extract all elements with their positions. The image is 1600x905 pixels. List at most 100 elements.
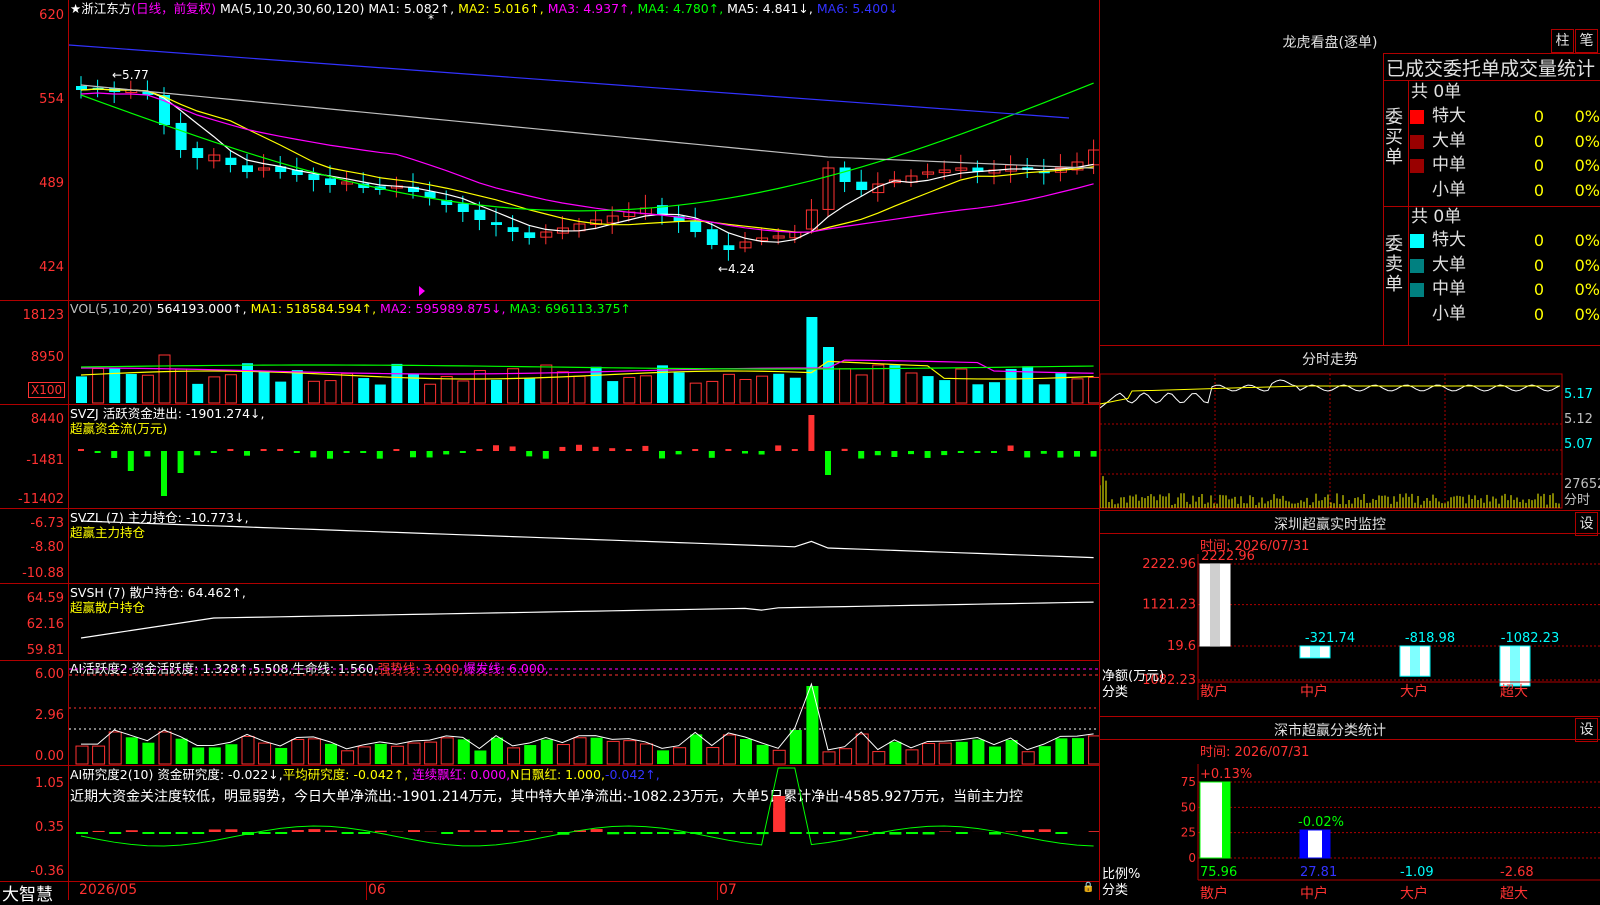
vol-bar-down [972,384,983,403]
activity-bar-red [1022,752,1034,764]
research-bar-up [508,831,520,832]
research-bar-down [906,832,918,834]
fenshi-tick: 5.07 [1564,437,1593,452]
activity-bar [209,747,221,764]
sz-class-time: 时间: 2026/07/31 [1200,745,1309,760]
research-bar-down [923,832,935,834]
fenshi-title: 分时走势 [1100,349,1560,369]
ai1-chart[interactable] [69,661,1099,765]
vol-bar-up [176,369,187,403]
vol-bar-up [723,374,734,403]
sell-color-swatch [1410,283,1424,297]
vol-bar-up [707,381,718,403]
flow-bar [128,451,134,471]
vol-unit[interactable]: X100 [28,382,65,398]
research-bar-up [491,830,503,832]
price-chart[interactable] [69,0,1099,300]
svzl-tick-2: -8.80 [0,540,64,555]
sz-monitor-category: 超大 [1500,684,1528,700]
sz-monitor-chart[interactable]: 时间: 2026/07/312222.961121.2319.6-1082.23… [1100,534,1600,716]
flow-bar [393,449,399,451]
vol-chart[interactable] [69,301,1099,404]
flow-bar [327,451,333,459]
sz-monitor-bar-shade [1310,646,1320,658]
flow-bar [277,449,283,451]
brand-logo[interactable]: 大智慧 [2,880,53,905]
activity-bar-red [342,751,354,764]
buy-row-label: 中单 [1432,153,1466,177]
activity-bar [375,744,387,764]
sell-color-swatch [1410,234,1424,248]
flow-bar [294,451,300,453]
candle-down [192,148,203,158]
research-bar-up [308,829,320,832]
sell-row-count: 0 [1520,305,1544,324]
research-bar-up [1039,829,1051,832]
sell-row-pct: 0% [1568,305,1600,324]
flow-bar [842,449,848,451]
svzl-chart[interactable] [69,509,1099,583]
flow-bar [908,451,914,454]
research-bar-down [840,832,852,834]
vol-bar-up [458,381,469,403]
activity-bar [458,739,470,764]
sell-row-pct: 0% [1568,280,1600,299]
sz-class-bar-1-shade [1222,782,1230,858]
fenshi-vol-tick: 27652 [1564,477,1600,492]
research-bar-down [823,832,835,834]
buy-row-label: 大单 [1432,129,1466,153]
vol-bar-down [773,374,784,403]
ma1-line [81,89,1094,242]
research-bar-down [657,832,669,834]
research-bar-up [458,830,470,832]
flow-bar [526,451,532,456]
svsh-chart[interactable] [69,584,1099,660]
sz-monitor-tick: 19.6 [1167,639,1196,654]
vol-bar-up [142,375,153,403]
sz-monitor-tick: 2222.96 [1142,557,1196,572]
activity-bar [1055,738,1067,764]
flow-bar [858,451,864,459]
svzj-chart[interactable] [69,405,1099,508]
activity-bar-red [574,738,586,764]
sz-monitor-category: 中户 [1300,683,1328,700]
date-label-1: 2026/05 [79,882,137,898]
research-bar-up [375,831,387,832]
research-bar-down [142,832,154,834]
sell-total: 共 0单 [1411,205,1461,229]
activity-bar [225,744,237,764]
sz-class-ylabel-2: 分类 [1102,883,1128,898]
activity-bar [325,744,337,764]
sell-row-pct: 0% [1568,231,1600,250]
sell-side-label: 委卖单 [1385,235,1405,295]
sell-color-swatch [1410,259,1424,273]
flow-bar [95,451,101,453]
activity-bar [657,750,669,764]
flow-bar [510,446,516,451]
bar-mode-button[interactable]: 柱 [1551,29,1574,53]
lock-icon[interactable]: 🔒 [1082,882,1094,893]
fenshi-chart[interactable]: 5.175.125.0727652分时 [1100,368,1600,510]
fenshi-vol-label: 分时 [1564,493,1590,508]
longhu-tab-title[interactable]: 已成交委托单成交量统计 [1386,54,1595,81]
research-bar-down [640,832,652,834]
longhu-title: 龙虎看盘(逐单) [1100,32,1560,52]
flow-bar [692,449,698,451]
tick-mode-button[interactable]: 笔 [1575,29,1598,53]
ai2-chart[interactable] [69,766,1099,881]
sz-monitor-category: 散户 [1200,683,1228,700]
vol-bar-up [441,376,452,403]
sell-row-label: 特大 [1432,228,1466,252]
flow-bar [659,451,665,458]
sz-class-chart[interactable]: 时间: 2026/07/317550250+0.13%-0.02%75.9627… [1100,740,1600,900]
sz-class-bottom-label: 27.81 [1300,865,1337,880]
flow-bar [1041,451,1047,454]
sz-monitor-tick: 1121.23 [1142,598,1196,613]
flow-bar [476,449,482,451]
flow-bar [941,451,947,455]
research-bar-up [209,829,221,832]
flow-bar [310,451,316,457]
vol-bar-up [1072,379,1083,403]
activity-bar-red [441,738,453,764]
flow-bar [1091,451,1097,457]
